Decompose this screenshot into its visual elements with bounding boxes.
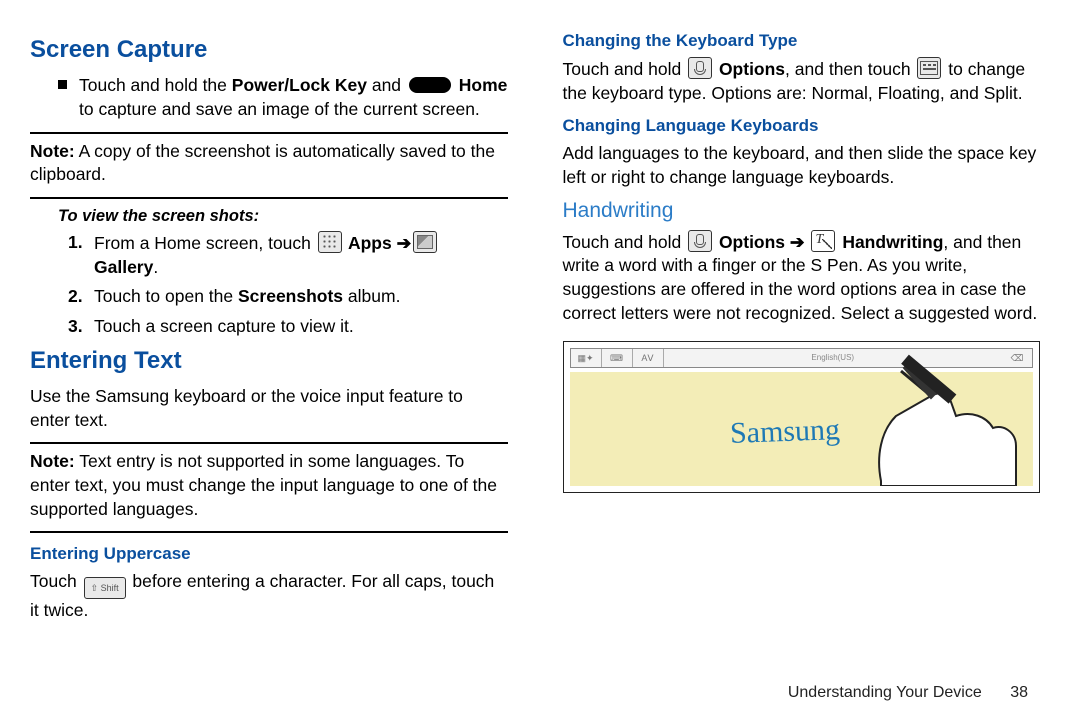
keyboard-icon <box>917 57 941 79</box>
heading-handwriting: Handwriting <box>563 197 1041 225</box>
handwriting-label: Handwriting <box>837 232 943 252</box>
text: A copy of the screenshot is automaticall… <box>30 141 495 185</box>
text: Touch a screen capture to view it. <box>94 316 354 336</box>
page-number: 38 <box>1010 684 1028 701</box>
apps-icon <box>318 231 342 253</box>
home-key-icon <box>409 77 451 93</box>
step-1: 1. From a Home screen, touch Apps ➔ Gall… <box>68 231 508 279</box>
note-label: Note: <box>30 451 75 471</box>
note-label: Note: <box>30 141 75 161</box>
square-bullet-icon <box>58 80 67 89</box>
text: Touch and hold <box>563 232 687 252</box>
text: . <box>153 257 158 277</box>
options-label: Options <box>714 59 785 79</box>
divider <box>30 132 508 134</box>
note-languages: Note: Text entry is not supported in som… <box>30 450 508 521</box>
sublabel-view-shots: To view the screen shots: <box>58 205 508 227</box>
heading-screen-capture: Screen Capture <box>30 34 508 66</box>
language-keyboards-desc: Add languages to the keyboard, and then … <box>563 142 1041 189</box>
arrow-icon: ➔ <box>790 232 805 252</box>
capture-instruction: Touch and hold the Power/Lock Key and Ho… <box>30 74 508 121</box>
divider <box>30 442 508 444</box>
footer-section: Understanding Your Device <box>788 684 982 701</box>
shift-key-icon <box>84 577 126 599</box>
options-label: Options <box>714 232 790 252</box>
arrow-icon: ➔ <box>397 233 412 253</box>
text: Text entry is not supported in some lang… <box>30 451 497 518</box>
heading-keyboard-type: Changing the Keyboard Type <box>563 30 1041 53</box>
text: Touch <box>30 571 82 591</box>
text: album. <box>343 286 400 306</box>
right-column: Changing the Keyboard Type Touch and hol… <box>563 30 1041 680</box>
steps-list: 1. From a Home screen, touch Apps ➔ Gall… <box>68 231 508 339</box>
entering-text-desc: Use the Samsung keyboard or the voice in… <box>30 385 508 432</box>
hand-with-pen-icon <box>821 346 1021 486</box>
home-label: Home <box>454 75 507 95</box>
divider <box>30 197 508 199</box>
step-3: 3. Touch a screen capture to view it. <box>68 315 508 339</box>
mic-options-icon <box>688 230 712 252</box>
handwriting-desc: Touch and hold Options ➔ Handwriting, an… <box>563 230 1041 326</box>
divider <box>30 531 508 533</box>
text: Touch and hold <box>563 59 687 79</box>
text: Touch to open the <box>94 286 238 306</box>
gallery-icon <box>413 231 437 253</box>
apps-label: Apps <box>344 233 397 253</box>
step-2: 2. Touch to open the Screenshots album. <box>68 285 508 309</box>
text: Touch and hold the <box>79 75 232 95</box>
left-column: Screen Capture Touch and hold the Power/… <box>30 30 508 680</box>
toolbar-button: ▦✦ <box>571 349 602 367</box>
text: to capture and save an image of the curr… <box>79 98 507 122</box>
handwriting-illustration: ▦✦ ⌨ Aᐯ English(US) ⌫ Samsung <box>563 341 1041 493</box>
mic-options-icon <box>688 57 712 79</box>
handwriting-icon <box>811 230 835 252</box>
power-lock-key-label: Power/Lock Key <box>232 75 367 95</box>
page-footer: Understanding Your Device 38 <box>788 682 1028 704</box>
gallery-label: Gallery <box>94 257 153 277</box>
note-clipboard: Note: A copy of the screenshot is automa… <box>30 140 508 187</box>
toolbar-button: Aᐯ <box>633 349 664 367</box>
heading-uppercase: Entering Uppercase <box>30 543 508 566</box>
heading-entering-text: Entering Text <box>30 345 508 377</box>
uppercase-desc: Touch before entering a character. For a… <box>30 570 508 623</box>
heading-language-keyboards: Changing Language Keyboards <box>563 115 1041 138</box>
text: From a Home screen, touch <box>94 233 316 253</box>
text: and <box>367 75 406 95</box>
screenshots-label: Screenshots <box>238 286 343 306</box>
toolbar-button: ⌨ <box>602 349 633 367</box>
text: , and then touch <box>785 59 915 79</box>
keyboard-type-desc: Touch and hold Options, and then touch t… <box>563 57 1041 105</box>
